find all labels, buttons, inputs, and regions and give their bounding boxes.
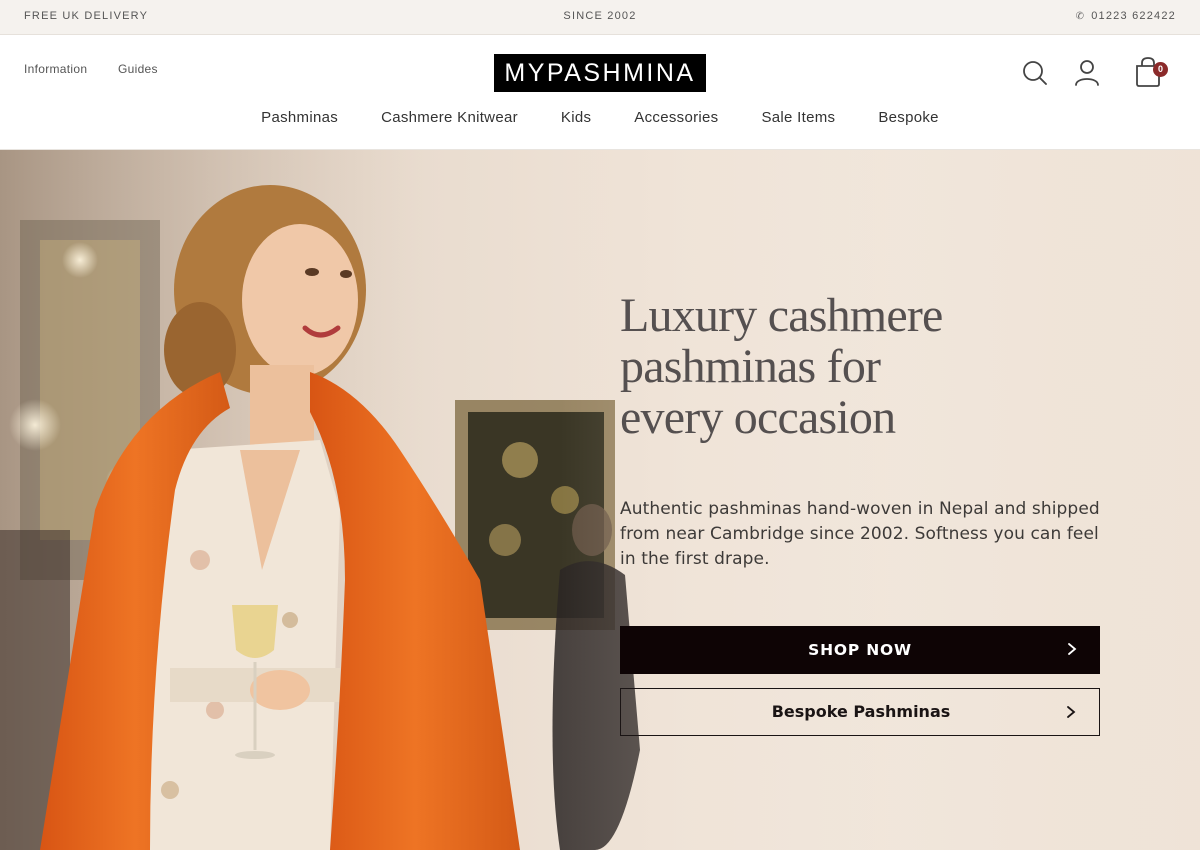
since-text-wrapper: SINCE 2002 <box>0 10 1200 22</box>
bespoke-pashminas-label: Bespoke Pashminas <box>771 702 951 721</box>
shop-now-label: SHOP NOW <box>808 641 912 659</box>
main-navigation: Pashminas Cashmere Knitwear Kids Accesso… <box>0 109 1200 133</box>
shop-now-button[interactable]: SHOP NOW <box>620 626 1100 674</box>
phone-icon: ✆ <box>1075 11 1086 22</box>
since-text: SINCE 2002 <box>563 10 637 22</box>
nav-item-sale-items[interactable]: Sale Items <box>740 109 857 133</box>
nav-item-bespoke[interactable]: Bespoke <box>857 109 960 133</box>
guides-link[interactable]: Guides <box>118 62 158 76</box>
account-icon[interactable] <box>1073 59 1101 87</box>
hero-subtitle: Authentic pashminas hand-woven in Nepal … <box>620 499 1100 569</box>
chevron-right-icon <box>1067 706 1076 718</box>
announcement-bar: FREE UK DELIVERY SINCE 2002 ✆ 01223 62242… <box>0 0 1200 35</box>
search-icon[interactable] <box>1021 59 1049 87</box>
chevron-right-icon <box>1068 643 1077 655</box>
nav-item-pashminas[interactable]: Pashminas <box>240 109 360 133</box>
bespoke-pashminas-button[interactable]: Bespoke Pashminas <box>620 688 1100 736</box>
site-header: Information Guides MYPASHMINA 0 Pashmina… <box>0 35 1200 150</box>
nav-item-accessories[interactable]: Accessories <box>613 109 740 133</box>
phone-number: 01223 622422 <box>1091 10 1176 22</box>
cart-count-badge: 0 <box>1153 62 1168 77</box>
hero-banner: Luxury cashmere pashminas for every occa… <box>0 150 1200 850</box>
phone-link[interactable]: ✆ 01223 622422 <box>1076 10 1176 22</box>
hero-title-line: every occasion <box>620 391 896 444</box>
information-link[interactable]: Information <box>24 62 87 76</box>
hero-title: Luxury cashmere pashminas for every occa… <box>620 290 1040 443</box>
nav-item-kids[interactable]: Kids <box>539 109 612 133</box>
hero-title-line: pashminas for <box>620 340 881 393</box>
nav-item-cashmere-knitwear[interactable]: Cashmere Knitwear <box>360 109 540 133</box>
site-logo[interactable]: MYPASHMINA <box>494 54 706 92</box>
hero-title-line: Luxury cashmere <box>620 289 943 342</box>
